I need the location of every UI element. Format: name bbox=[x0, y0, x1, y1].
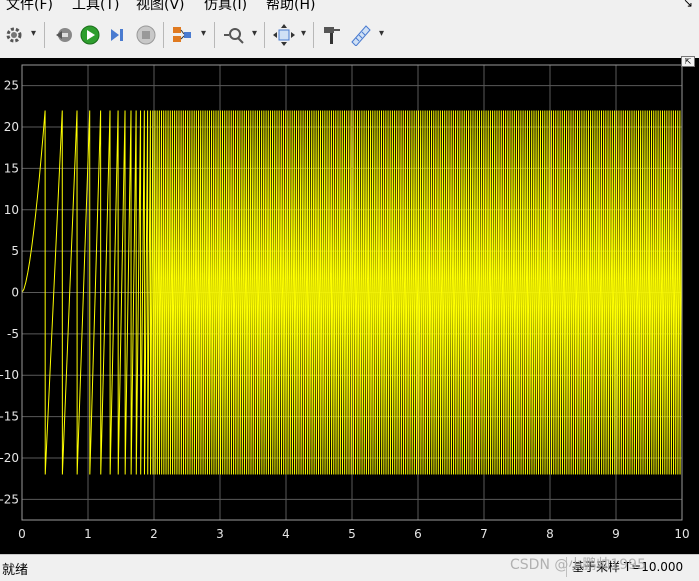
x-tick-label: 4 bbox=[282, 527, 290, 541]
y-tick-label: 15 bbox=[4, 161, 19, 175]
watermark: CSDN @小鹏帅1995 bbox=[510, 557, 646, 573]
zoom-icon[interactable] bbox=[222, 23, 246, 47]
undock-icon[interactable]: ↘ bbox=[683, 0, 693, 10]
menu-view[interactable]: 视图(V) bbox=[136, 0, 185, 14]
toolbar-separator bbox=[214, 22, 215, 48]
scope-display: 0 1 2 3 4 5 6 7 8 9 10 25 20 15 10 5 0 -5 -10 -15 -20 -25 ⇱ bbox=[0, 56, 699, 554]
run-icon[interactable] bbox=[78, 23, 102, 47]
x-tick-labels: 0 1 2 3 4 5 6 7 8 9 10 bbox=[18, 527, 689, 541]
y-tick-labels: 25 20 15 10 5 0 -5 -10 -15 -20 -25 bbox=[0, 79, 19, 507]
x-tick-label: 10 bbox=[674, 527, 689, 541]
x-tick-label: 8 bbox=[546, 527, 554, 541]
y-tick-label: -10 bbox=[0, 368, 19, 382]
x-tick-label: 9 bbox=[612, 527, 620, 541]
autoscale-icon[interactable] bbox=[272, 23, 296, 47]
menu-help[interactable]: 帮助(H) bbox=[266, 0, 315, 14]
y-tick-label: 0 bbox=[11, 286, 19, 300]
x-tick-label: 7 bbox=[480, 527, 488, 541]
toolbar: ▾ ▾ ▾ ▾ ▾ bbox=[0, 14, 699, 59]
style-icon[interactable] bbox=[320, 23, 344, 47]
highlight-simulink-icon[interactable] bbox=[170, 23, 194, 47]
measurements-dropdown-icon[interactable]: ▾ bbox=[379, 28, 384, 39]
toolbar-separator bbox=[264, 22, 265, 48]
x-tick-label: 6 bbox=[414, 527, 422, 541]
y-tick-label: 20 bbox=[4, 120, 19, 134]
step-back-icon[interactable] bbox=[52, 23, 76, 47]
measurements-icon[interactable] bbox=[349, 23, 373, 47]
gear-dropdown-icon[interactable]: ▾ bbox=[31, 28, 36, 39]
x-tick-label: 2 bbox=[150, 527, 158, 541]
menu-file[interactable]: 文件(F) bbox=[6, 0, 53, 14]
maximize-axes-icon[interactable]: ⇱ bbox=[681, 56, 695, 67]
y-tick-label: 25 bbox=[4, 79, 19, 93]
menu-tools[interactable]: 工具(T) bbox=[72, 0, 119, 14]
scope-plot[interactable]: 0 1 2 3 4 5 6 7 8 9 10 25 20 15 10 5 0 -5 -10 -15 -20 -25 bbox=[0, 58, 699, 554]
y-tick-label: -25 bbox=[0, 492, 19, 506]
x-tick-label: 0 bbox=[18, 527, 26, 541]
menu-bar: 文件(F) 工具(T) 视图(V) 仿真(I) 帮助(H) ↘ bbox=[0, 0, 699, 14]
x-tick-label: 1 bbox=[84, 527, 92, 541]
highlight-dropdown-icon[interactable]: ▾ bbox=[201, 28, 206, 39]
toolbar-separator bbox=[44, 22, 45, 48]
y-tick-label: -20 bbox=[0, 451, 19, 465]
zoom-dropdown-icon[interactable]: ▾ bbox=[252, 28, 257, 39]
toolbar-separator bbox=[163, 22, 164, 48]
y-tick-label: -15 bbox=[0, 410, 19, 424]
x-tick-label: 5 bbox=[348, 527, 356, 541]
x-tick-label: 3 bbox=[216, 527, 224, 541]
y-tick-label: -5 bbox=[7, 327, 19, 341]
toolbar-separator bbox=[313, 22, 314, 48]
y-tick-label: 5 bbox=[11, 244, 19, 258]
gear-icon[interactable] bbox=[2, 23, 26, 47]
menu-simulation[interactable]: 仿真(I) bbox=[204, 0, 247, 14]
status-ready: 就绪 bbox=[2, 563, 29, 578]
step-forward-icon[interactable] bbox=[105, 23, 129, 47]
stop-icon[interactable] bbox=[134, 23, 158, 47]
autoscale-dropdown-icon[interactable]: ▾ bbox=[301, 28, 306, 39]
y-tick-label: 10 bbox=[4, 203, 19, 217]
